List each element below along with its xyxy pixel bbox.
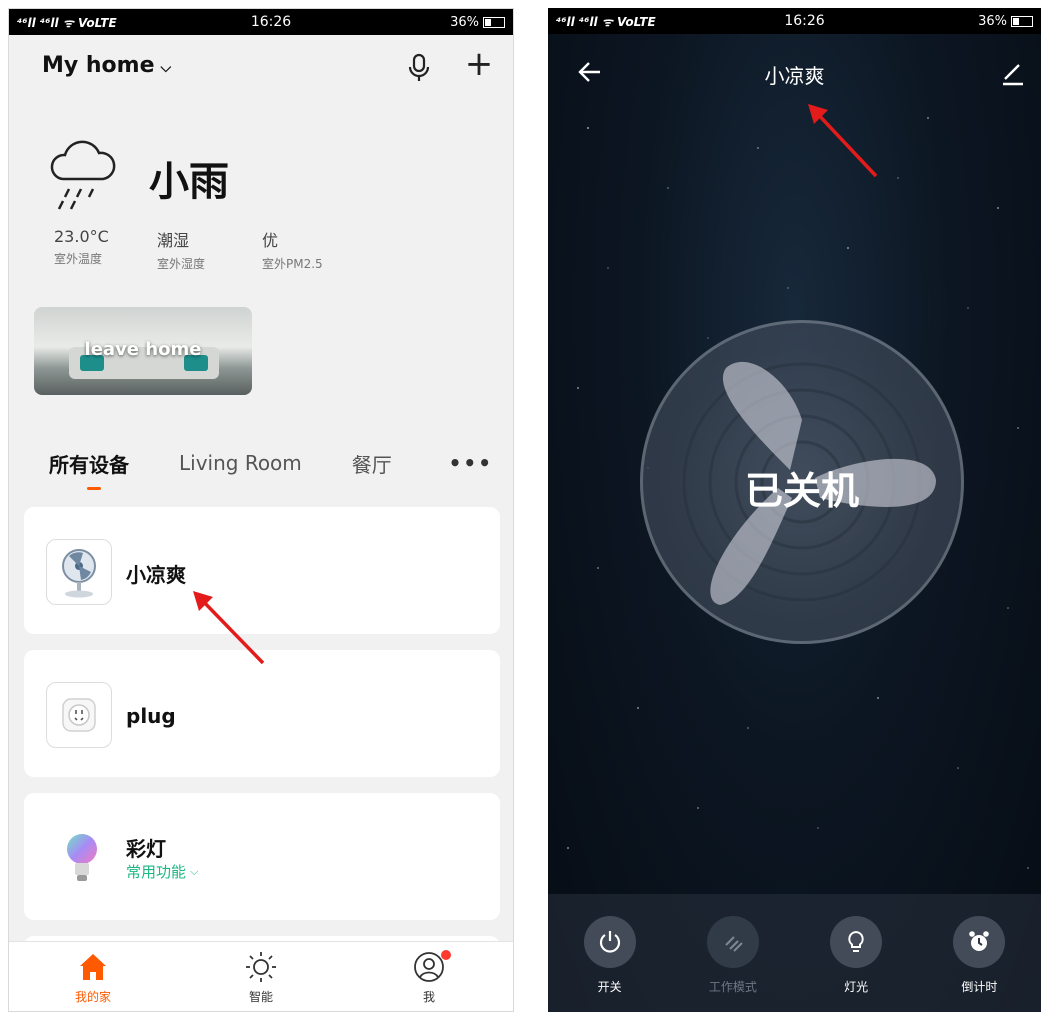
battery-icon [483, 16, 505, 28]
fan-status-label: 已关机 [744, 469, 859, 513]
weather-stat-value: 潮湿 [157, 231, 190, 250]
chevron-down-icon: ⌵ [160, 60, 172, 76]
control-label: 开关 [597, 980, 622, 994]
notification-dot [441, 950, 451, 960]
power-button[interactable] [583, 916, 636, 968]
status-time: 16:26 [250, 14, 292, 30]
device-subtitle: 常用功能 [126, 863, 187, 881]
weather-stat-label: 室外PM2.5 [262, 257, 323, 271]
weather-stat-value: 23.0°C [54, 227, 109, 246]
device-card-plug[interactable]: plug [24, 650, 500, 777]
weather-stat-humidity: 潮湿 室外湿度 [157, 227, 205, 272]
nav-item-home[interactable]: 我的家 [9, 942, 177, 1011]
weather-stat-label: 室外温度 [54, 252, 103, 266]
home-selector[interactable]: My home ⌵ [42, 53, 171, 78]
battery-indicator: 36% [385, 15, 505, 30]
home-screen: ⁴⁶ll ⁴⁶ll ᯤ VoLTE 16:26 36% My home ⌵ + 小… [8, 8, 514, 1012]
timer-button[interactable] [953, 916, 1006, 968]
tab-all-devices[interactable]: 所有设备 [49, 449, 129, 490]
rain-cloud-icon [50, 140, 116, 210]
mode-icon [725, 936, 743, 952]
nav-label: 我的家 [74, 990, 111, 1004]
control-mode[interactable]: 工作模式 [671, 894, 794, 1012]
control-bar: 开关 工作模式 灯光 倒计时 [548, 894, 1041, 1012]
battery-icon [1011, 15, 1033, 27]
annotation-arrow-icon [808, 104, 878, 178]
sun-icon [246, 952, 276, 982]
battery-level: 36% [978, 13, 1007, 29]
device-name: 彩灯 [126, 837, 166, 861]
home-icon [80, 954, 106, 980]
nav-item-me[interactable]: 我 [345, 942, 513, 1011]
plug-icon [62, 698, 96, 732]
add-device-icon[interactable]: + [464, 47, 494, 81]
control-label: 工作模式 [708, 980, 757, 994]
plug-device-icon [46, 682, 112, 748]
more-icon[interactable]: ••• [449, 451, 493, 475]
weather-condition: 小雨 [149, 159, 229, 205]
status-time: 16:26 [784, 13, 825, 29]
mode-button[interactable] [706, 916, 759, 968]
device-detail-screen: ⁴⁶ll ⁴⁶ll ᯤ VoLTE 16:26 36% 小凉爽 已关机 开关 工… [548, 8, 1041, 1012]
bottom-nav: 我的家 智能 我 [9, 941, 513, 1011]
battery-indicator: 36% [913, 14, 1033, 29]
control-light[interactable]: 灯光 [795, 894, 918, 1012]
control-power[interactable]: 开关 [548, 894, 671, 1012]
tab-living-room[interactable]: Living Room [179, 451, 302, 475]
nav-label: 我 [422, 990, 435, 1004]
fan-device-icon [46, 539, 112, 605]
control-label: 灯光 [844, 980, 869, 994]
nav-label: 智能 [248, 990, 273, 1004]
device-name: plug [126, 704, 176, 728]
control-timer[interactable]: 倒计时 [918, 894, 1041, 1012]
chevron-down-icon: ⌵ [190, 864, 199, 878]
edit-pencil-icon[interactable] [1000, 60, 1026, 86]
control-label: 倒计时 [961, 980, 998, 994]
signal-indicator: ⁴⁶ll ⁴⁶ll ᯤ VoLTE [556, 14, 656, 29]
weather-stat-pm25: 优 室外PM2.5 [262, 227, 323, 272]
alarm-icon [969, 931, 990, 951]
light-button[interactable] [830, 916, 883, 968]
annotation-arrow-icon [193, 591, 265, 665]
fan-icon [62, 549, 96, 598]
power-icon [599, 931, 620, 953]
bulb-icon [848, 930, 864, 952]
scene-card-leave-home[interactable]: leave home [34, 307, 252, 395]
weather-stat-temperature: 23.0°C 室外温度 [54, 227, 109, 267]
tab-dining-room[interactable]: 餐厅 [352, 449, 392, 478]
device-name: 小凉爽 [126, 563, 186, 587]
room-tabs: 所有设备 Living Room 餐厅 ••• [49, 443, 493, 490]
battery-level: 36% [450, 14, 479, 30]
status-bar: ⁴⁶ll ⁴⁶ll ᯤ VoLTE 16:26 36% [9, 9, 513, 35]
device-card-bulb[interactable]: 彩灯 常用功能 ⌵ [24, 793, 500, 920]
microphone-icon[interactable] [407, 53, 431, 83]
weather-stat-value: 优 [262, 231, 279, 250]
common-functions-toggle[interactable]: 常用功能 ⌵ [126, 861, 198, 882]
color-bulb-icon [67, 834, 97, 881]
signal-indicator: ⁴⁶ll ⁴⁶ll ᯤ VoLTE [17, 15, 117, 30]
home-title: My home [42, 53, 155, 78]
nav-item-smart[interactable]: 智能 [177, 942, 345, 1011]
status-bar: ⁴⁶ll ⁴⁶ll ᯤ VoLTE 16:26 36% [548, 8, 1041, 34]
weather-stat-label: 室外湿度 [157, 257, 206, 271]
device-title: 小凉爽 [764, 64, 825, 88]
scene-label: leave home [84, 339, 202, 360]
